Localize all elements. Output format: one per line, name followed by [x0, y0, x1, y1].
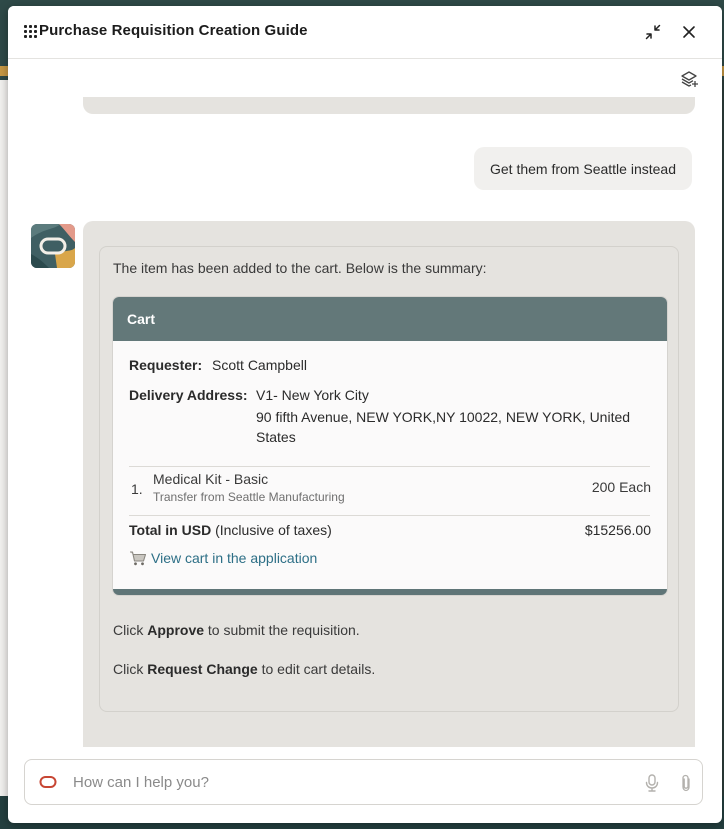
layers-icon — [681, 71, 698, 87]
paperclip-icon — [682, 774, 690, 792]
cart-total-currency: Total in USD — [129, 522, 212, 538]
request-change-instruction: Click Request Change to edit cart detail… — [113, 661, 375, 677]
microphone-button[interactable] — [642, 773, 662, 793]
message-input[interactable] — [73, 770, 633, 794]
cart-header: Cart — [113, 297, 667, 341]
oracle-avatar — [31, 224, 75, 268]
bot-intro-text: The item has been added to the cart. Bel… — [113, 260, 487, 276]
change-instruction-suffix: to edit cart details. — [257, 661, 376, 677]
assistant-dialog: Purchase Requisition Creation Guide Get … — [8, 6, 722, 823]
delivery-address-label: Delivery Address: — [129, 387, 248, 403]
cart-item-number: 1. — [131, 481, 143, 497]
change-instruction-prefix: Click — [113, 661, 148, 677]
layers-button[interactable] — [680, 70, 700, 90]
view-cart-link-text: View cart in the application — [151, 550, 318, 566]
view-cart-link[interactable]: View cart in the application — [129, 550, 317, 566]
close-icon — [683, 26, 695, 38]
cart-item-name: Medical Kit - Basic — [153, 471, 269, 487]
delivery-address-line2: 90 fifth Avenue, NEW YORK,NY 10022, NEW … — [256, 409, 631, 445]
bot-message-card: The item has been added to the cart. Bel… — [99, 246, 679, 712]
delivery-address-line1: V1- New York City — [256, 387, 369, 403]
user-message: Get them from Seattle instead — [474, 147, 692, 190]
cart-divider — [129, 515, 650, 516]
request-change-action-text: Request Change — [147, 661, 258, 677]
minimize-icon — [645, 24, 661, 40]
bot-avatar — [31, 224, 75, 268]
previous-bot-message — [83, 97, 695, 114]
approve-action-text: Approve — [147, 622, 205, 638]
dialog-title: Purchase Requisition Creation Guide — [39, 22, 308, 39]
delivery-address-value: V1- New York City 90 fifth Avenue, NEW Y… — [256, 387, 646, 447]
attach-button[interactable] — [676, 773, 696, 793]
requester-label: Requester: — [129, 357, 203, 373]
cart-item-source: Transfer from Seattle Manufacturing — [153, 490, 345, 504]
requester-value: Scott Campbell — [212, 357, 307, 373]
dialog-header: Purchase Requisition Creation Guide — [8, 6, 722, 59]
delivery-address-label-row: Delivery Address: — [129, 387, 248, 403]
cart-total-label: Total in USD (Inclusive of taxes) — [129, 522, 332, 538]
message-composer — [24, 759, 703, 805]
cart-divider — [129, 466, 650, 467]
shopping-cart-icon — [130, 551, 147, 566]
user-message-text: Get them from Seattle instead — [490, 160, 676, 177]
cart-summary-card: Cart Requester: Scott Campbell Delivery … — [113, 297, 667, 595]
microphone-icon — [645, 774, 659, 792]
bot-message: The item has been added to the cart. Bel… — [83, 221, 695, 747]
approve-instruction-prefix: Click — [113, 622, 148, 638]
requester-row: Requester: Scott Campbell — [129, 357, 307, 373]
chat-transcript[interactable]: Get them from Seattle instead The item h… — [8, 59, 722, 747]
grid-menu-icon[interactable] — [24, 25, 38, 39]
background-page-strip: t — [0, 80, 8, 829]
approve-instruction-suffix: to submit the requisition. — [204, 622, 360, 638]
cart-item-quantity: 200 Each — [591, 479, 651, 495]
close-button[interactable] — [677, 20, 701, 44]
cart-title: Cart — [127, 311, 156, 327]
oracle-logo-icon — [39, 776, 57, 788]
approve-instruction: Click Approve to submit the requisition. — [113, 622, 360, 638]
cart-total-value: $15256.00 — [584, 522, 651, 538]
cart-total-suffix: (Inclusive of taxes) — [215, 522, 332, 538]
minimize-button[interactable] — [641, 20, 665, 44]
